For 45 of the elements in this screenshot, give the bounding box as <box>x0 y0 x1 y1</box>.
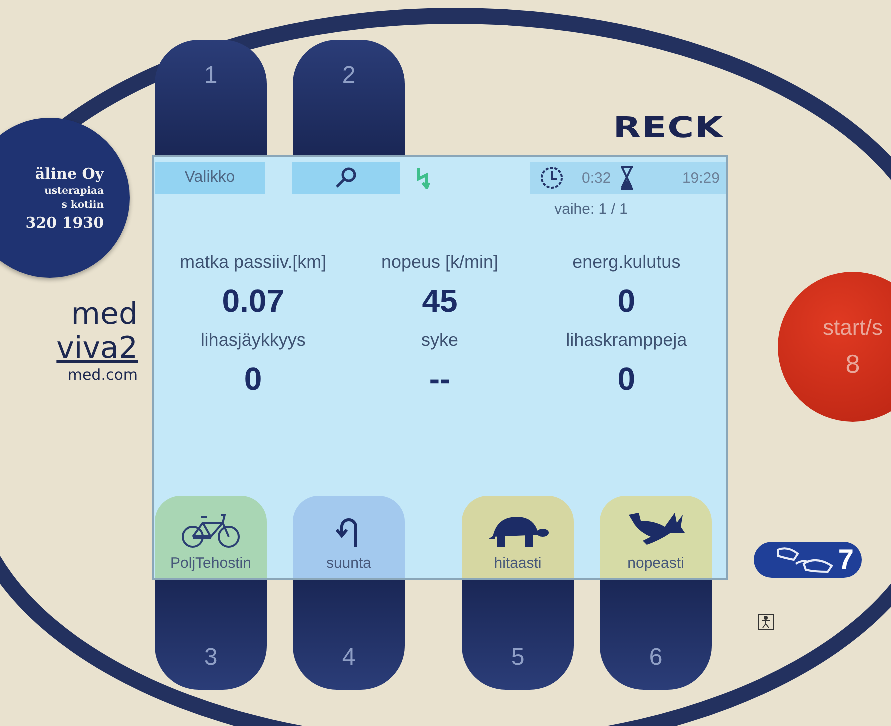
hardware-key[interactable]: 6 <box>600 580 712 690</box>
pedal-button[interactable]: 7 <box>754 542 862 578</box>
metric-label: lihaskramppeja <box>566 330 688 351</box>
metric-value: 0 <box>618 361 636 398</box>
soft-button[interactable]: PoljTehostin <box>155 496 267 578</box>
hardware-key[interactable]: 2 <box>293 40 405 155</box>
logo-text: med <box>71 298 138 332</box>
lightning-icon <box>416 167 430 189</box>
soft-button[interactable]: hitaasti <box>462 496 574 578</box>
metric-label: syke <box>421 330 458 351</box>
logo-text: viva2 <box>56 332 138 366</box>
phase-text: vaihe: 1 / 1 <box>554 201 628 218</box>
hardware-key[interactable]: 3 <box>155 580 267 690</box>
search-icon <box>334 167 358 189</box>
elapsed-time: 0:32 <box>582 170 612 186</box>
hourglass-icon <box>619 166 636 190</box>
brand-logo: RECK <box>613 112 724 145</box>
soft-button[interactable]: suunta <box>293 496 405 578</box>
soft-button[interactable]: nopeasti <box>600 496 712 578</box>
sticker-text: usterapiaa <box>44 186 104 196</box>
metric-label: matka passiiv.[km] <box>180 252 327 273</box>
clock-time: 19:29 <box>682 170 720 186</box>
metric-value: 0 <box>244 361 262 398</box>
hardware-key[interactable]: 5 <box>462 580 574 690</box>
turtle-icon <box>487 515 549 549</box>
metric-value: 0 <box>618 283 636 320</box>
sticker-text: äline Oy <box>35 164 104 182</box>
bicycle-icon <box>181 511 241 549</box>
logo-text: med.com <box>68 366 138 384</box>
menu-tab[interactable]: Valikko <box>155 162 265 194</box>
metric-label: lihasjäykkyys <box>200 330 306 351</box>
metric-label: nopeus [k/min] <box>381 252 499 273</box>
metric-value: 0.07 <box>222 283 284 320</box>
hardware-key[interactable]: 1 <box>155 40 267 155</box>
sticker-text: 320 1930 <box>26 214 104 232</box>
feet-icon <box>774 546 836 574</box>
metric-value: -- <box>429 361 451 398</box>
metric-value: 45 <box>422 283 458 320</box>
person-icon <box>758 614 774 630</box>
clock-icon <box>540 166 564 190</box>
start-button[interactable]: start/s 8 <box>778 272 891 422</box>
sticker-text: s kotiin <box>62 200 104 210</box>
metric-label: energ.kulutus <box>572 252 681 273</box>
hardware-key[interactable]: 4 <box>293 580 405 690</box>
search-tab[interactable] <box>292 162 400 194</box>
